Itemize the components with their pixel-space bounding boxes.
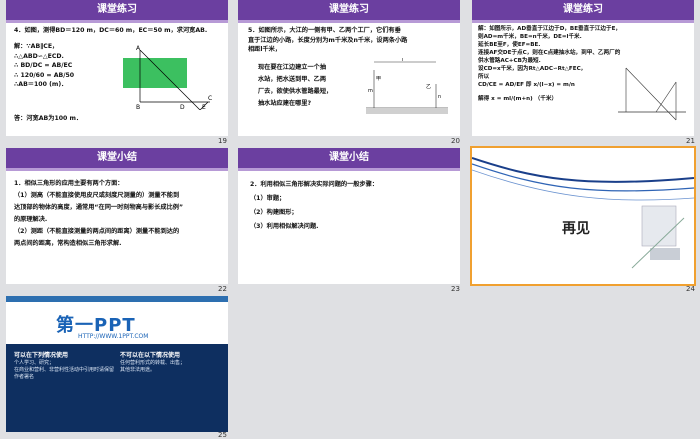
slide-header: 课堂练习	[6, 0, 228, 20]
label-b: B	[136, 104, 140, 110]
stationery-icon	[641, 205, 677, 247]
slide-header: 课堂小结	[238, 148, 460, 168]
text-line: （1）审题；	[250, 195, 286, 202]
label-jia: 甲	[376, 76, 381, 82]
label-yi: 乙	[426, 83, 431, 90]
text-line: 在商业和营利、非营利性活动中引用时请保留作者署名	[14, 367, 115, 380]
ruler-icon	[650, 248, 680, 260]
text-line: 相距l千米，	[248, 46, 282, 53]
slide-text: 2．利用相似三角形解决实际问题的一般步骤： （1）审题； （2）构建图形； （3…	[250, 178, 456, 234]
label-m: m	[368, 88, 373, 94]
text-line: （2）测距（不能直接测量的两点间的距离）测量不能到达的	[14, 228, 180, 235]
slide-header: 课堂练习	[238, 0, 460, 20]
slide-thumbnail-19[interactable]: 课堂练习 4．如图，测得BD＝120 m，DC＝60 m，EC＝50 m，求河宽…	[6, 0, 228, 136]
text-line: 5．如图所示，大江的一侧有甲、乙两个工厂，它们有垂	[248, 27, 401, 34]
text-line: ∴AB＝100 (m)．	[14, 81, 68, 88]
decorative-lines	[472, 157, 694, 269]
header-strip	[238, 20, 460, 23]
text-line: 厂去，欲使供水管路最短，	[258, 88, 333, 95]
text-line: （1）测高（不能直接使用皮尺或刻度尺测量的）测量不能到	[14, 192, 180, 199]
slide-number: 21	[686, 137, 695, 145]
slide-number: 22	[218, 285, 227, 293]
text-line: 抽水站应建在哪里?	[258, 100, 312, 107]
river-diagram: A B D C E	[123, 45, 212, 110]
text-line: 个人学习、研究；	[14, 360, 55, 366]
label-n: n	[438, 94, 441, 100]
slide-thumbnail-25[interactable]: 第一PPT HTTP://WWW.1PPT.COM 可以在下列情况使用 个人学习…	[6, 296, 228, 432]
text-line: 其他非法用途。	[120, 367, 156, 373]
usage-panel: 可以在下列情况使用 个人学习、研究； 在商业和营利、非营利性活动中引用时请保留作…	[6, 344, 228, 432]
text-line: 的原理解决.	[14, 216, 48, 223]
text-line: 则AD=m千米，BE=n千米，DE=l千米.	[478, 34, 582, 40]
text-line: 连接AF交DE于点C，则在C点建抽水站，到甲、乙两厂的	[478, 50, 621, 56]
slide-text: 答：河宽AB为100 m．	[14, 115, 83, 122]
text-line: ∴△ABD∽△ECD.	[14, 52, 64, 60]
text-line: 延长BE至F，使EF=BE.	[478, 42, 541, 48]
text-line: 现在要在江边建立一个抽	[258, 64, 327, 71]
slide-thumbnail-23[interactable]: 课堂小结 2．利用相似三角形解决实际问题的一般步骤： （1）审题； （2）构建图…	[238, 148, 460, 284]
label-l: l	[402, 58, 403, 63]
slide-number: 23	[451, 285, 460, 293]
text-line: （2）构建图形；	[250, 209, 298, 216]
slide-number: 20	[451, 137, 460, 145]
top-bar	[6, 296, 228, 302]
text-line: ∴ BD/DC = AB/EC	[14, 62, 73, 69]
text-line: （3）利用相似解决问题.	[250, 223, 319, 230]
slide-text: 4．如图，测得BD＝120 m，DC＝60 m，EC＝50 m，求河宽AB.	[14, 26, 224, 36]
curve-line	[472, 157, 694, 183]
text-line: CD/CE = AD/EF 即 x/(l−x) = m/n	[478, 82, 575, 88]
header-strip	[6, 20, 228, 23]
header-strip	[472, 20, 694, 23]
line-cb	[655, 81, 677, 113]
text-line: 达顶部的物体的高度，通常用“在同一时刻物高与影长成比例”	[14, 204, 184, 211]
forbidden-title: 不可以在以下情况使用	[120, 352, 181, 359]
text-line: ∴ 120/60 = AB/50	[14, 71, 75, 79]
slide-thumbnail-21[interactable]: 课堂练习 解：如图所示，AD垂直于江边于D，BE垂直于江边于E， 则AD=m千米…	[472, 0, 694, 136]
river	[366, 108, 448, 114]
slide-number: 19	[218, 137, 227, 145]
slide-text: 现在要在江边建立一个抽 水站，把水送到甲、乙两 厂去，欲使供水管路最短， 抽水站…	[258, 62, 358, 110]
text-line: 解：∵AB∥CE，	[14, 43, 59, 50]
river-factory-diagram: l 甲 m 乙 n	[366, 58, 448, 114]
slide-text: 1．相似三角形的应用主要有两个方面： （1）测高（不能直接使用皮尺或刻度尺测量的…	[14, 178, 224, 250]
label-c: C	[208, 95, 212, 102]
text-line: 两点间的距离，常构造相似三角形求解.	[14, 240, 122, 247]
slide-header: 课堂练习	[472, 0, 694, 20]
text-line: 任何营利形式的转载、出售；	[120, 360, 186, 366]
text-line: 1．相似三角形的应用主要有两个方面：	[14, 180, 124, 187]
text-line: 解：如图所示，AD垂直于江边于D，BE垂直于江边于E，	[478, 26, 621, 32]
header-strip	[238, 168, 460, 171]
slide-text: 5．如图所示，大江的一侧有甲、乙两个工厂，它们有垂 直于江边的小路，长度分别为m…	[248, 26, 456, 55]
slide-thumbnail-20[interactable]: 课堂练习 5．如图所示，大江的一侧有甲、乙两个工厂，它们有垂 直于江边的小路，长…	[238, 0, 460, 136]
slide-text: 解：∵AB∥CE， ∴△ABD∽△ECD. ∴ BD/DC = AB/EC ∴ …	[14, 42, 114, 90]
logo-url: HTTP://WWW.1PPT.COM	[78, 333, 149, 340]
forbidden-list: 任何营利形式的转载、出售； 其他非法用途。	[120, 360, 220, 374]
solution-diagram	[618, 67, 686, 121]
slide-thumbnail-22[interactable]: 课堂小结 1．相似三角形的应用主要有两个方面： （1）测高（不能直接使用皮尺或刻…	[6, 148, 228, 284]
header-strip	[6, 168, 228, 171]
text-line: 4．如图，测得BD＝120 m，DC＝60 m，EC＝50 m，求河宽AB.	[14, 27, 208, 34]
text-line: 水站，把水送到甲、乙两	[258, 76, 327, 83]
text-line: 2．利用相似三角形解决实际问题的一般步骤：	[250, 181, 379, 188]
slide-thumbnail-24[interactable]: 再见	[470, 146, 696, 286]
text-line: 直于江边的小路，长度分别为m千米及n千米，设两条小路	[248, 36, 408, 44]
goodbye-title: 再见	[562, 221, 590, 237]
label-e: E	[202, 104, 206, 110]
river-area	[123, 58, 187, 88]
label-d: D	[180, 104, 185, 110]
slide-number: 24	[686, 285, 695, 293]
slide-header: 课堂小结	[6, 148, 228, 168]
allowed-list: 个人学习、研究； 在商业和营利、非营利性活动中引用时请保留作者署名	[14, 360, 114, 381]
allowed-title: 可以在下列情况使用	[14, 352, 69, 359]
